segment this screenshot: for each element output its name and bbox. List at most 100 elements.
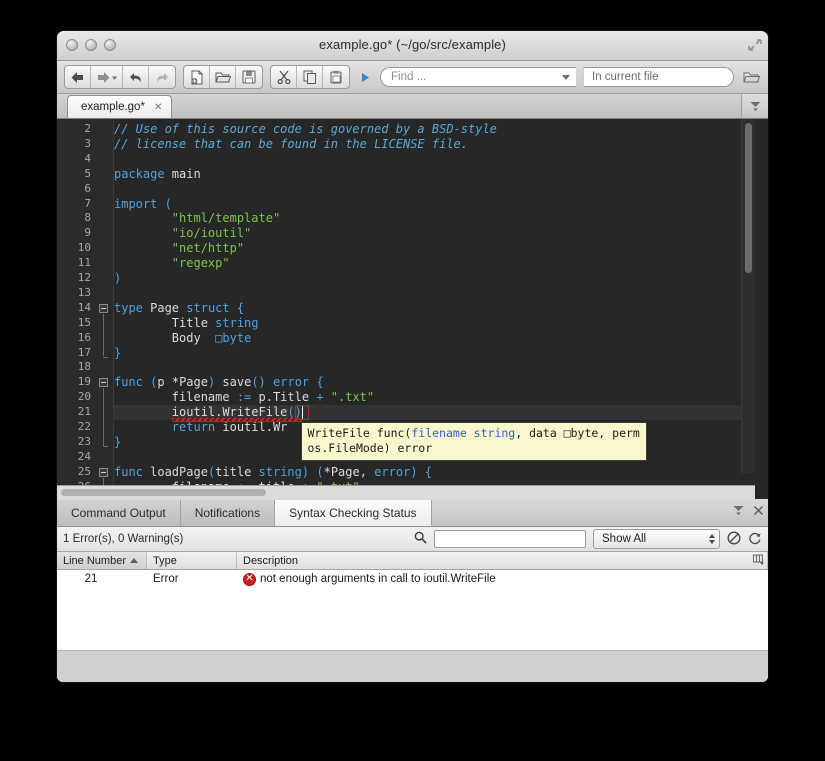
run-button[interactable]	[357, 72, 373, 83]
results-table-empty-area	[57, 650, 768, 682]
redo-button[interactable]	[149, 66, 175, 88]
fold-toggle-icon[interactable]	[99, 378, 108, 388]
line-number: 24	[77, 449, 91, 463]
file-tab-strip: example.go* ✕	[57, 94, 768, 119]
open-folder-icon[interactable]	[210, 66, 236, 88]
line-number: 22	[77, 420, 91, 433]
browse-folder-icon[interactable]	[741, 70, 761, 84]
cell-description-text: not enough arguments in call to ioutil.W…	[260, 573, 496, 585]
refresh-icon[interactable]	[748, 531, 762, 548]
fullscreen-icon[interactable]	[748, 38, 762, 52]
line-number: 21	[77, 405, 91, 419]
line-number: 7	[84, 196, 91, 210]
editor-horizontal-scrollbar[interactable]	[57, 485, 755, 499]
code-line[interactable]: Title string	[114, 316, 755, 331]
tooltip-line1-mid: , data □byte, perm	[515, 426, 640, 441]
code-line[interactable]: import (	[114, 197, 755, 212]
tab-command-output[interactable]: Command Output	[57, 500, 181, 526]
tab-label: Command Output	[71, 506, 166, 520]
code-line[interactable]: "io/ioutil"	[114, 226, 755, 241]
filter-select-value: Show All	[602, 533, 647, 545]
code-line[interactable]: // license that can be found in the LICE…	[114, 137, 755, 152]
search-icon[interactable]	[414, 531, 427, 547]
panel-close-icon[interactable]	[753, 503, 764, 521]
line-number: 15	[77, 315, 91, 329]
file-button-group	[183, 65, 263, 89]
code-line[interactable]: filename := p.Title + ".txt"	[114, 390, 755, 405]
code-line[interactable]: )	[114, 271, 755, 286]
tab-syntax-checking-status[interactable]: Syntax Checking Status	[275, 500, 432, 526]
filter-select[interactable]: Show All	[593, 529, 720, 549]
line-number: 25	[77, 464, 91, 478]
results-table-body[interactable]: 21 Error ✕ not enough arguments in call …	[57, 570, 768, 650]
line-number: 8	[84, 211, 91, 225]
code-editor[interactable]: 2 3 4 5 6 7 8 9 10 11 12 13 14 15 16 17 18 19 20 21 22 23 24 25…	[57, 119, 768, 499]
file-tab-example-go[interactable]: example.go* ✕	[67, 95, 173, 118]
line-number: 5	[84, 166, 91, 180]
line-number: 4	[84, 151, 91, 165]
panel-search-input[interactable]	[434, 530, 586, 548]
find-input[interactable]: Find ...	[380, 67, 576, 87]
fold-guide	[103, 313, 104, 357]
fold-toggle-icon[interactable]	[99, 467, 108, 477]
file-tab-label: example.go*	[81, 101, 145, 113]
code-line[interactable]: Body □byte	[114, 331, 755, 346]
code-line[interactable]: "html/template"	[114, 211, 755, 226]
back-button[interactable]	[65, 66, 91, 88]
column-label: Type	[153, 554, 177, 567]
code-line[interactable]: "net/http"	[114, 241, 755, 256]
forward-button[interactable]	[91, 66, 123, 88]
line-number: 3	[84, 136, 91, 150]
fold-guide	[103, 388, 104, 446]
tab-overflow-icon[interactable]	[741, 94, 768, 117]
columns-config-icon[interactable]	[752, 553, 765, 569]
editor-vertical-scrollbar[interactable]	[741, 119, 755, 473]
table-row[interactable]: 21 Error ✕ not enough arguments in call …	[57, 570, 768, 588]
fold-toggle-icon[interactable]	[99, 303, 108, 313]
scissors-icon[interactable]	[271, 66, 297, 88]
new-file-icon[interactable]	[184, 66, 210, 88]
column-header-type[interactable]: Type	[147, 552, 237, 569]
line-number: 12	[77, 271, 91, 284]
tab-notifications[interactable]: Notifications	[180, 500, 276, 526]
close-icon[interactable]: ✕	[154, 102, 162, 113]
find-scope-input[interactable]: In current file	[583, 67, 734, 87]
code-line[interactable]: // Use of this source code is governed b…	[114, 122, 755, 137]
panel-detach-icon[interactable]	[732, 503, 745, 521]
column-header-line-number[interactable]: Line Number	[57, 552, 147, 569]
line-number: 13	[77, 285, 91, 299]
no-entry-icon[interactable]	[727, 530, 741, 548]
line-number: 10	[77, 241, 91, 255]
line-number: 9	[84, 226, 91, 240]
error-warning-summary: 1 Error(s), 0 Warning(s)	[63, 533, 184, 545]
code-line[interactable]	[114, 360, 755, 375]
paste-icon[interactable]	[323, 66, 349, 88]
code-line[interactable]: }	[114, 346, 755, 361]
code-line[interactable]: func (p *Page) save() error {	[114, 375, 755, 390]
panel-filter-bar: 1 Error(s), 0 Warning(s) Show All	[57, 527, 768, 552]
line-number: 17	[77, 345, 91, 359]
column-label: Description	[243, 554, 299, 567]
code-line[interactable]	[114, 286, 755, 301]
undo-button[interactable]	[123, 66, 149, 88]
chevron-down-icon[interactable]	[562, 74, 570, 80]
error-icon: ✕	[243, 572, 256, 586]
application-window: example.go* (~/go/src/example) Find ... …	[57, 31, 768, 682]
code-folding-column[interactable]	[95, 119, 113, 486]
code-line[interactable]	[114, 182, 755, 197]
results-table-header: Line Number Type Description	[57, 552, 768, 570]
find-placeholder: Find ...	[391, 71, 427, 83]
code-line[interactable]	[114, 152, 755, 167]
find-scope-value: In current file	[592, 71, 659, 83]
code-line[interactable]: func loadPage(title string) (*Page, erro…	[114, 465, 755, 480]
code-line[interactable]: package main	[114, 167, 755, 182]
save-disk-icon[interactable]	[236, 66, 262, 88]
error-squiggle	[171, 418, 302, 423]
main-toolbar: Find ... In current file	[57, 61, 768, 94]
code-line[interactable]: "regexp"	[114, 256, 755, 271]
cell-type: Error	[153, 573, 179, 585]
column-header-description[interactable]: Description	[237, 552, 768, 569]
copy-icon[interactable]	[297, 66, 323, 88]
code-line[interactable]: type Page struct {	[114, 301, 755, 316]
sort-ascending-icon	[129, 558, 138, 563]
